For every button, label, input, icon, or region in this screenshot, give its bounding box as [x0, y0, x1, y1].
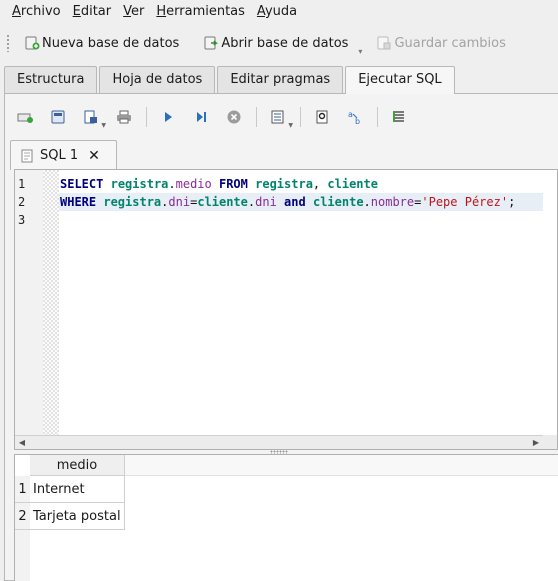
- code-line-1[interactable]: SELECT registra.medio FROM registra, cli…: [60, 177, 378, 191]
- tab-hoja-de-datos[interactable]: Hoja de datos: [99, 66, 216, 93]
- sql-table: registra: [255, 177, 313, 191]
- save-sql-dropdown-icon[interactable]: ▼: [101, 122, 106, 129]
- toolbar-separator: [377, 107, 378, 127]
- result-cell[interactable]: Internet: [30, 476, 125, 503]
- column-header-medio[interactable]: medio: [30, 455, 125, 476]
- sql-file-icon: [21, 149, 33, 162]
- scrollbar-corner: [543, 435, 557, 449]
- print-button[interactable]: [113, 106, 135, 128]
- tab-estructura[interactable]: Estructura: [4, 66, 98, 93]
- sql-table: registra: [103, 195, 162, 209]
- sql-keyword: FROM: [218, 177, 248, 191]
- save-changes-icon: [377, 36, 391, 50]
- sql-table: cliente: [312, 195, 364, 209]
- sql-keyword: and: [284, 195, 306, 209]
- stop-icon: [227, 110, 241, 124]
- save-changes-label: Guardar cambios: [394, 35, 506, 51]
- sql-punct: ,: [312, 177, 321, 191]
- find-replace-icon: a b: [348, 110, 360, 125]
- code-line-2[interactable]: WHERE registra.dni=cliente.dni and clien…: [60, 195, 515, 209]
- sql-keyword: WHERE: [60, 195, 97, 209]
- sql-editor-tab[interactable]: SQL 1 ✕: [10, 140, 117, 170]
- new-database-button[interactable]: Nueva base de datos: [18, 30, 185, 56]
- execute-all-button[interactable]: [157, 106, 179, 128]
- open-tab-icon: [17, 113, 33, 123]
- sql-column: dni: [255, 195, 277, 209]
- close-icon[interactable]: ✕: [88, 148, 100, 164]
- toolbar-separator: [146, 107, 147, 127]
- find-text-button[interactable]: [311, 106, 333, 128]
- sql-column: dni: [168, 195, 191, 209]
- open-tab-button[interactable]: [14, 106, 36, 128]
- toolbar-grip[interactable]: [6, 34, 10, 52]
- sql-editor[interactable]: [14, 169, 558, 450]
- sql-punct: .: [168, 177, 176, 191]
- row-number[interactable]: 2: [15, 503, 30, 530]
- row-number[interactable]: 1: [15, 476, 30, 503]
- sql-column: nombre: [370, 195, 415, 209]
- line-number: 3: [18, 213, 26, 227]
- sql-punct: .: [363, 195, 371, 209]
- step-icon: [197, 112, 206, 122]
- save-results-button[interactable]: ▼: [267, 106, 293, 129]
- scroll-left-icon[interactable]: ◀: [15, 436, 29, 449]
- menu-bar: Archivo Editar Ver Herramientas Ayuda: [0, 0, 558, 24]
- find-icon: [316, 110, 328, 124]
- find-replace-button[interactable]: a b: [344, 106, 366, 128]
- tab-editar-pragmas[interactable]: Editar pragmas: [217, 66, 344, 93]
- menu-ayuda[interactable]: Ayuda: [251, 0, 303, 24]
- sql-toolbar: ▼ ▼ a b: [14, 104, 421, 130]
- execute-current-line-button[interactable]: [190, 106, 212, 128]
- sql-tab-label: SQL 1: [40, 148, 79, 163]
- play-icon: [165, 112, 172, 122]
- menu-archivo[interactable]: Archivo: [0, 0, 67, 24]
- svg-text:a: a: [348, 110, 353, 119]
- svg-text:b: b: [355, 117, 360, 125]
- stop-execution-button[interactable]: [223, 106, 245, 128]
- sql-table: cliente: [197, 195, 248, 209]
- sql-table: cliente: [327, 177, 378, 191]
- open-database-label: Abrir base de datos: [221, 35, 349, 51]
- sql-column: medio: [175, 177, 212, 191]
- fold-margin: [43, 170, 59, 435]
- line-number: 1: [18, 177, 26, 191]
- open-sql-file-button[interactable]: [47, 106, 69, 128]
- menu-ver[interactable]: Ver: [117, 0, 150, 24]
- sql-string: 'Pepe Pérez': [421, 195, 509, 209]
- comment-lines-button[interactable]: [388, 106, 410, 128]
- main-tabs: Estructura Hoja de datos Editar pragmas …: [4, 66, 457, 94]
- toolbar-separator: [256, 107, 257, 127]
- menu-editar[interactable]: Editar: [67, 0, 118, 24]
- result-cell[interactable]: Tarjeta postal: [30, 503, 125, 530]
- line-number: 2: [18, 195, 26, 209]
- print-icon: [117, 110, 131, 124]
- sql-table: registra: [110, 177, 169, 191]
- save-sql-file-icon: [84, 110, 97, 124]
- save-changes-button[interactable]: Guardar cambios: [370, 30, 511, 56]
- new-database-label: Nueva base de datos: [42, 35, 180, 51]
- save-results-dropdown-icon[interactable]: ▼: [288, 122, 293, 129]
- menu-herramientas[interactable]: Herramientas: [150, 0, 251, 24]
- sql-keyword: SELECT: [60, 177, 104, 191]
- scroll-right-icon[interactable]: ▶: [529, 436, 543, 449]
- open-database-icon: [204, 36, 219, 50]
- open-database-dropdown-icon[interactable]: ▾: [356, 30, 364, 56]
- save-sql-file-button[interactable]: ▼: [80, 106, 106, 129]
- comment-lines-icon: [393, 111, 404, 122]
- header-filler: [125, 455, 558, 476]
- editor-horizontal-scrollbar[interactable]: ◀ ▶: [15, 435, 543, 449]
- open-sql-file-icon: [51, 110, 65, 124]
- main-toolbar: Nueva base de datos Abrir base de datos …: [0, 26, 558, 60]
- toolbar-separator: [300, 107, 301, 127]
- line-number-gutter: [15, 170, 43, 435]
- save-results-icon: [271, 110, 284, 124]
- tab-ejecutar-sql[interactable]: Ejecutar SQL: [345, 66, 455, 94]
- sql-punct: ;: [508, 195, 516, 209]
- open-database-button[interactable]: Abrir base de datos: [197, 30, 354, 56]
- new-database-icon: [25, 36, 40, 50]
